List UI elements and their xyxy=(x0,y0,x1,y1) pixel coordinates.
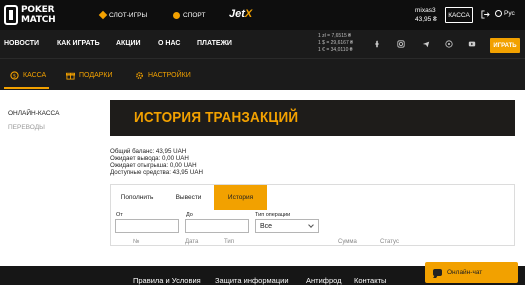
to-label: До xyxy=(186,212,193,218)
operation-type-select[interactable]: Все xyxy=(255,219,319,233)
nav-item-how-to-play[interactable]: КАК ИГРАТЬ xyxy=(57,40,100,47)
instagram-icon[interactable] xyxy=(397,40,405,48)
withdraw-pending: Ожидает вывода: 0,00 UAH xyxy=(110,155,189,162)
logo[interactable]: POKER MATCH xyxy=(4,3,56,27)
youtube-icon[interactable] xyxy=(468,40,476,48)
left-menu-online-kassa[interactable]: ОНЛАЙН-КАССА xyxy=(8,110,59,117)
gift-icon xyxy=(66,72,75,80)
username: mixas3 xyxy=(415,7,436,14)
logout-icon[interactable] xyxy=(481,10,490,19)
jetx-label-a: Jet xyxy=(229,8,245,20)
wager-pending: Ожидает отыгрыша: 0,00 UAH xyxy=(110,162,197,169)
footer-link-contacts[interactable]: Контакты xyxy=(354,276,386,285)
page: POKER MATCH СЛОТ-ИГРЫ СПОРТ JetX mixas3 … xyxy=(0,0,525,285)
nav-item-news[interactable]: НОВОСТИ xyxy=(4,40,39,47)
left-menu-transfers[interactable]: ПЕРЕВОДЫ xyxy=(8,124,45,131)
tab-withdraw[interactable]: Вывести xyxy=(163,185,214,210)
coin-icon: $ xyxy=(10,71,19,80)
gear-icon xyxy=(136,72,143,79)
footer-link-privacy[interactable]: Защита информации xyxy=(215,276,289,285)
tab-gifts-label: ПОДАРКИ xyxy=(79,72,113,79)
column-status: Статус xyxy=(380,239,399,245)
topnav-sport-label: СПОРТ xyxy=(183,11,206,19)
tab-kassa[interactable]: $ КАССА xyxy=(10,71,46,80)
date-to-input[interactable] xyxy=(185,219,249,233)
language-selector[interactable]: Рус xyxy=(495,10,515,17)
kassa-button[interactable]: КАССА xyxy=(445,7,473,23)
total-balance: Общий баланс: 43,95 UAH xyxy=(110,148,187,155)
topnav-slots-label: СЛОТ-ИГРЫ xyxy=(109,11,148,19)
logo-text-line2: MATCH xyxy=(21,15,56,25)
page-title: ИСТОРИЯ ТРАНЗАКЦИЙ xyxy=(134,109,299,126)
footer-link-antifraud[interactable]: Антифрод xyxy=(306,276,342,285)
operation-type-value: Все xyxy=(260,222,273,230)
nav-item-payments[interactable]: ПЛАТЕЖИ xyxy=(197,40,232,47)
column-type: Тип xyxy=(224,239,235,245)
active-tab-indicator xyxy=(4,87,49,89)
user-info[interactable]: mixas3 43,95 ₴ xyxy=(415,6,437,24)
available-funds: Доступные средства: 43,95 UAH xyxy=(110,169,203,176)
topnav-sport[interactable]: СПОРТ xyxy=(173,10,205,20)
exchange-rates: 1 zł = 7,6515 ₴ 1 $ = 29,6167 ₴ 1 € = 34… xyxy=(318,33,353,54)
language-label: Рус xyxy=(504,10,515,17)
tab-settings[interactable]: НАСТРОЙКИ xyxy=(135,71,191,80)
main-nav: НОВОСТИ КАК ИГРАТЬ АКЦИИ О НАС ПЛАТЕЖИ 1… xyxy=(0,30,525,58)
ball-icon xyxy=(173,11,180,19)
tab-deposit[interactable]: Пополнить xyxy=(111,185,163,210)
jetx-label-b: X xyxy=(244,8,253,20)
page-banner: ИСТОРИЯ ТРАНЗАКЦИЙ xyxy=(110,100,515,136)
online-chat-button[interactable]: Онлайн-чат xyxy=(425,262,518,283)
rate-pln: 1 zł = 7,6515 ₴ xyxy=(318,33,351,39)
topnav-slots[interactable]: СЛОТ-ИГРЫ xyxy=(98,10,148,20)
tab-settings-label: НАСТРОЙКИ xyxy=(148,72,191,79)
play-button[interactable]: ИГРАТЬ xyxy=(490,38,520,53)
nav-item-promotions[interactable]: АКЦИИ xyxy=(116,40,141,47)
svg-text:$: $ xyxy=(13,73,16,79)
telegram-icon[interactable] xyxy=(422,40,430,48)
footer-link-rules[interactable]: Правила и Условия xyxy=(133,276,201,285)
globe-icon xyxy=(495,10,502,17)
tab-gifts[interactable]: ПОДАРКИ xyxy=(66,71,113,80)
facebook-icon[interactable] xyxy=(373,40,381,48)
online-chat-label: Онлайн-чат xyxy=(447,269,483,276)
date-from-input[interactable] xyxy=(115,219,179,233)
tab-history[interactable]: История xyxy=(214,185,267,210)
rate-eur: 1 € = 34,0110 ₴ xyxy=(318,47,353,53)
tab-kassa-label: КАССА xyxy=(23,72,47,79)
chevron-down-icon xyxy=(308,222,314,228)
column-amount: Сумма xyxy=(338,239,357,245)
user-balance: 43,95 ₴ xyxy=(415,16,437,23)
operation-type-label: Тип операции xyxy=(255,212,291,218)
chat-icon xyxy=(433,269,442,276)
column-date: Дата xyxy=(185,239,199,245)
viber-icon[interactable] xyxy=(445,40,453,48)
nav-item-about[interactable]: О НАС xyxy=(158,40,180,47)
rate-usd: 1 $ = 29,6167 ₴ xyxy=(318,40,353,46)
from-label: От xyxy=(116,212,123,218)
top-bar: POKER MATCH СЛОТ-ИГРЫ СПОРТ JetX mixas3 … xyxy=(0,0,525,30)
logo-text-line1: POKER xyxy=(21,5,55,15)
logo-icon xyxy=(4,5,18,25)
cabinet-nav: $ КАССА ПОДАРКИ НАСТРОЙКИ xyxy=(0,58,525,90)
diamond-icon xyxy=(98,10,108,20)
column-number: № xyxy=(133,239,140,245)
topnav-jetx[interactable]: JetX xyxy=(229,8,252,20)
